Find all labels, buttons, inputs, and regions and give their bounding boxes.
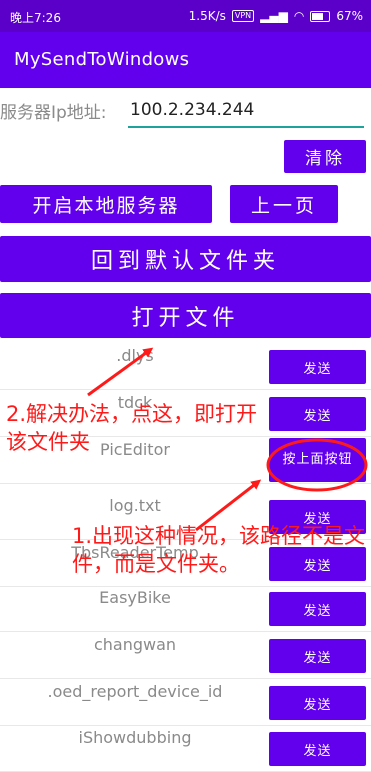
send-button[interactable]: 发送 [269,732,366,766]
server-ip-label: 服务器Ip地址: [0,103,107,123]
clear-button[interactable]: 清除 [284,140,366,173]
list-item: changwan 发送 [0,631,371,679]
annotation-solution: 2.解决办法，点这，即打开该文件夹 [6,402,258,454]
file-name[interactable]: .dlys [0,346,270,365]
signal-icon: ▂▄▆ [260,9,288,23]
send-button[interactable]: 发送 [269,639,366,673]
list-item: .oed_report_device_id 发送 [0,678,371,726]
file-name[interactable]: .oed_report_device_id [0,682,270,701]
previous-page-button[interactable]: 上一页 [230,185,338,223]
status-bar: 晚上7:26 1.5K/s VPN ▂▄▆ ◠ 67% [0,0,371,32]
annotation-problem: 1.出现这种情况，该路径不是文件，而是文件夹。 [72,524,366,576]
send-button[interactable]: 发送 [269,686,366,720]
vpn-icon: VPN [231,10,255,22]
file-name[interactable]: changwan [0,635,270,654]
send-button[interactable]: 发送 [269,397,366,431]
open-file-button[interactable]: 打开文件 [0,293,371,338]
network-speed: 1.5K/s [188,9,226,23]
send-button[interactable]: 发送 [269,592,366,626]
start-server-button[interactable]: 开启本地服务器 [0,185,212,223]
send-button[interactable]: 按上面按钮 [269,438,366,482]
file-name[interactable]: log.txt [0,496,270,515]
battery-icon [310,10,331,22]
server-ip-input[interactable] [128,94,364,128]
file-name[interactable]: iShowdubbing [0,728,270,747]
list-item: .dlys 发送 [0,342,371,390]
list-item: EasyBike 发送 [0,584,371,632]
status-time: 晚上7:26 [10,11,61,25]
file-name[interactable]: EasyBike [0,588,270,607]
send-button[interactable]: 发送 [269,350,366,384]
default-folder-button[interactable]: 回到默认文件夹 [0,236,371,282]
status-icons: 1.5K/s VPN ▂▄▆ ◠ 67% [189,9,363,23]
battery-level: 67% [336,9,363,23]
list-item: iShowdubbing 发送 [0,724,371,772]
app-bar: MySendToWindows [0,32,371,88]
app-title: MySendToWindows [14,49,190,70]
wifi-icon: ◠ [293,9,305,23]
